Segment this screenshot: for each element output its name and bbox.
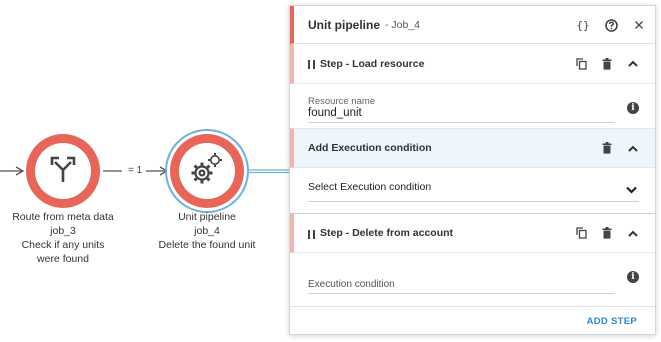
execution-condition-header[interactable]: Add Execution condition (290, 128, 655, 168)
resource-name-input[interactable]: found_unit (308, 107, 615, 123)
drag-handle-icon[interactable] (308, 60, 315, 69)
node-id: job_3 (50, 225, 76, 237)
panel-title: Unit pipeline (308, 17, 380, 32)
chevron-up-icon[interactable] (625, 56, 641, 72)
execution-condition-body: Select Execution condition (290, 168, 655, 213)
copy-icon[interactable] (573, 56, 589, 72)
panel-steps-list[interactable]: Step - Load resource Resource name found… (290, 44, 655, 306)
execution-condition-title: Add Execution condition (308, 142, 432, 154)
step-header-delete-from-account[interactable]: Step - Delete from account (290, 213, 655, 253)
node-title: Route from meta data (12, 211, 114, 223)
execution-condition-select[interactable]: Select Execution condition (308, 172, 639, 202)
step-title: Step - Load resource (320, 57, 425, 70)
execution-condition-input[interactable]: Execution condition (308, 279, 615, 294)
braces-icon[interactable]: {} (575, 17, 591, 33)
help-icon[interactable] (603, 17, 619, 33)
delete-icon[interactable] (599, 140, 615, 156)
add-step-button[interactable]: ADD STEP (587, 316, 637, 327)
route-split-icon (50, 155, 76, 188)
node-label-job3: Route from meta data job_3 Check if any … (4, 210, 122, 266)
drag-handle-icon[interactable] (308, 229, 315, 239)
chevron-up-icon[interactable] (625, 140, 641, 156)
close-icon[interactable] (631, 17, 647, 33)
node-description: Check if any units were found (21, 239, 105, 265)
resource-name-label: Resource name (308, 96, 376, 107)
delete-icon[interactable] (599, 225, 615, 241)
step-title: Step - Delete from account (320, 227, 454, 239)
node-properties-panel: Unit pipeline - Job_4 {} Step - Load res… (289, 5, 656, 335)
chevron-down-icon[interactable] (626, 181, 637, 199)
panel-header: Unit pipeline - Job_4 {} (290, 6, 655, 44)
info-icon[interactable]: i (627, 271, 639, 283)
delete-execution-condition-field[interactable]: Execution condition i (290, 253, 655, 305)
node-description: Delete the found unit (158, 239, 256, 251)
chevron-up-icon[interactable] (625, 225, 641, 241)
flow-node-unit-pipeline[interactable] (170, 134, 244, 208)
node-label-job4: Unit pipeline job_4 Delete the found uni… (148, 210, 266, 252)
gears-icon (189, 151, 225, 192)
flow-node-route-from-meta-data[interactable] (26, 134, 100, 208)
panel-footer: ADD STEP (290, 306, 655, 336)
edge-condition-label: = 1 (128, 165, 143, 176)
select-value: Select Execution condition (308, 180, 432, 193)
panel-subtitle: - Job_4 (385, 18, 421, 31)
node-id: job_4 (194, 225, 220, 237)
resource-name-field[interactable]: Resource name found_unit i (290, 84, 655, 128)
node-title: Unit pipeline (178, 211, 236, 223)
delete-icon[interactable] (599, 56, 615, 72)
copy-icon[interactable] (573, 225, 589, 241)
info-icon[interactable]: i (627, 102, 639, 114)
step-header-load-resource[interactable]: Step - Load resource (290, 44, 655, 84)
